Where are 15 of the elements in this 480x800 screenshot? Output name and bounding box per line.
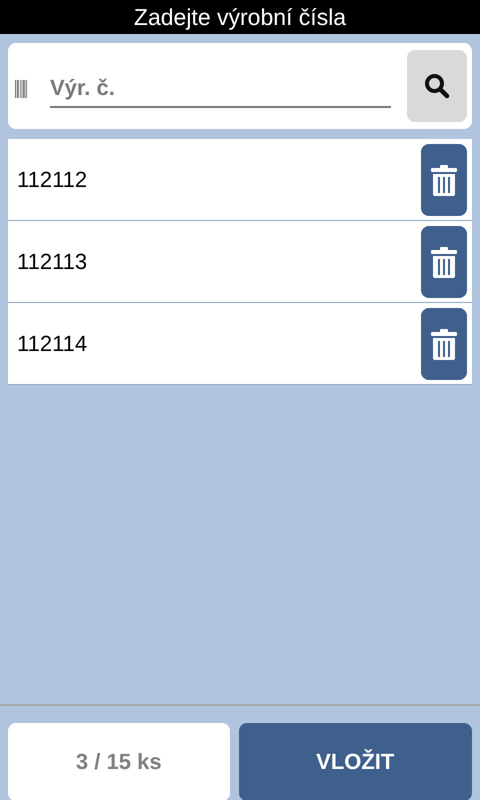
delete-button[interactable] <box>421 144 467 216</box>
serial-number: 112113 <box>17 248 88 274</box>
serial-number: 112112 <box>17 166 88 192</box>
screen-title: Zadejte výrobní čísla <box>134 4 346 30</box>
item-counter: 3 / 15 ks <box>8 723 230 800</box>
serial-number: 112114 <box>17 330 88 356</box>
search-button[interactable] <box>407 50 467 122</box>
trash-icon <box>431 328 457 360</box>
insert-button[interactable]: VLOŽIT <box>238 723 472 800</box>
delete-button[interactable] <box>421 308 467 380</box>
barcode-icon <box>15 80 27 98</box>
trash-icon <box>431 164 457 196</box>
delete-button[interactable] <box>421 226 467 298</box>
trash-icon <box>431 246 457 278</box>
search-icon <box>424 73 450 99</box>
